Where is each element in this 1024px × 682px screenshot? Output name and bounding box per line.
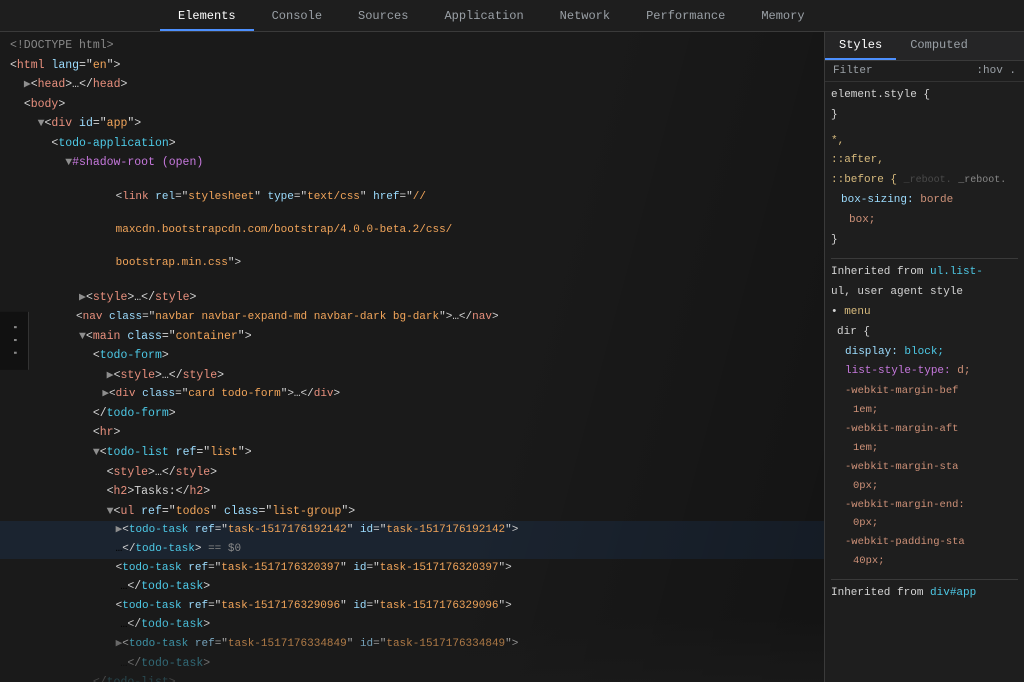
- element-style-close: }: [831, 106, 1018, 126]
- styles-tabs-bar: Styles Computed: [825, 32, 1024, 61]
- filter-hint: :hov .: [976, 65, 1016, 77]
- devtools-body: ··· <!DOCTYPE html> <html lang="en"> ▶<h…: [0, 32, 1024, 682]
- tab-styles[interactable]: Styles: [825, 32, 896, 60]
- line-body: <body>: [0, 95, 824, 115]
- line-task1-close: …</todo-task> == $0: [0, 540, 824, 559]
- left-dots: ···: [0, 312, 29, 370]
- line-shadow: ▼#shadow-root (open): [0, 153, 824, 173]
- tab-memory[interactable]: Memory: [743, 3, 822, 31]
- tab-computed[interactable]: Computed: [896, 32, 982, 60]
- line-main: ▼<main class="container">: [0, 327, 824, 347]
- line-div-card: ▶<div class="card todo-form">…</div>: [0, 385, 824, 404]
- styles-content: element.style { } *, ::after, ::before {…: [825, 82, 1024, 608]
- tab-network[interactable]: Network: [542, 3, 628, 31]
- elements-panel[interactable]: <!DOCTYPE html> <html lang="en"> ▶<head>…: [0, 32, 824, 682]
- tab-sources[interactable]: Sources: [340, 3, 426, 31]
- line-todo-list-close: </todo-list>: [0, 673, 824, 682]
- tab-elements[interactable]: Elements: [160, 3, 254, 31]
- line-task1: ▶<todo-task ref="task-1517176192142" id=…: [0, 521, 824, 540]
- rule-close: }: [831, 231, 1018, 251]
- rule-star-selector2: ::after,: [831, 151, 1018, 171]
- line-hr: <hr>: [0, 423, 824, 443]
- inherited-section2: Inherited from div#app: [831, 579, 1018, 604]
- line-style3: <style>…</style>: [0, 463, 824, 483]
- styles-panel: Styles Computed Filter :hov . element.st…: [824, 32, 1024, 682]
- filter-label: Filter: [833, 65, 873, 77]
- line-task2-close: …</todo-task>: [0, 577, 824, 597]
- line-nav: <nav class="navbar navbar-expand-md navb…: [0, 308, 824, 327]
- rule-star-selector: *,: [831, 132, 1018, 152]
- line-h2: <h2>Tasks:</h2>: [0, 482, 824, 502]
- line-todo-list: ▼<todo-list ref="list">: [0, 443, 824, 463]
- element-style-header: element.style {: [831, 86, 1018, 106]
- line-task4-close: …</todo-task>: [0, 654, 824, 674]
- line-style2: ▶<style>…</style>: [0, 366, 824, 386]
- line-todo-app: <todo-application>: [0, 134, 824, 154]
- rule-star-block: *, ::after, ::before { _reboot. _reboot.…: [831, 132, 1018, 251]
- tab-application[interactable]: Application: [426, 3, 541, 31]
- inherited-section1: Inherited from ul.list- ul, user agent s…: [831, 258, 1018, 571]
- line-head: ▶<head>…</head>: [0, 75, 824, 95]
- styles-filter-bar: Filter :hov .: [825, 61, 1024, 82]
- line-todo-form-close: </todo-form>: [0, 404, 824, 424]
- line-div-app: ▼<div id="app">: [0, 114, 824, 134]
- line-link: <link rel="stylesheet" type="text/css" h…: [0, 173, 824, 289]
- line-doctype: <!DOCTYPE html>: [0, 36, 824, 56]
- line-task3-close: …</todo-task>: [0, 615, 824, 635]
- rule-box-val: box;: [831, 211, 1018, 231]
- line-task3: <todo-task ref="task-1517176329096" id="…: [0, 597, 824, 616]
- rule-box-sizing: box-sizing: borde: [831, 191, 1018, 211]
- element-style-block: element.style { }: [831, 86, 1018, 126]
- line-style1: ▶<style>…</style>: [0, 288, 824, 308]
- rule-star-selector3: ::before { _reboot. _reboot.: [831, 171, 1018, 191]
- line-ul: ▼<ul ref="todos" class="list-group">: [0, 502, 824, 522]
- line-task2: <todo-task ref="task-1517176320397" id="…: [0, 559, 824, 578]
- line-task4: ▶<todo-task ref="task-1517176334849" id=…: [0, 635, 824, 654]
- tab-console[interactable]: Console: [254, 3, 340, 31]
- line-html: <html lang="en">: [0, 56, 824, 76]
- line-todo-form: <todo-form>: [0, 346, 824, 366]
- tab-performance[interactable]: Performance: [628, 3, 743, 31]
- tab-bar: Elements Console Sources Application Net…: [0, 0, 1024, 32]
